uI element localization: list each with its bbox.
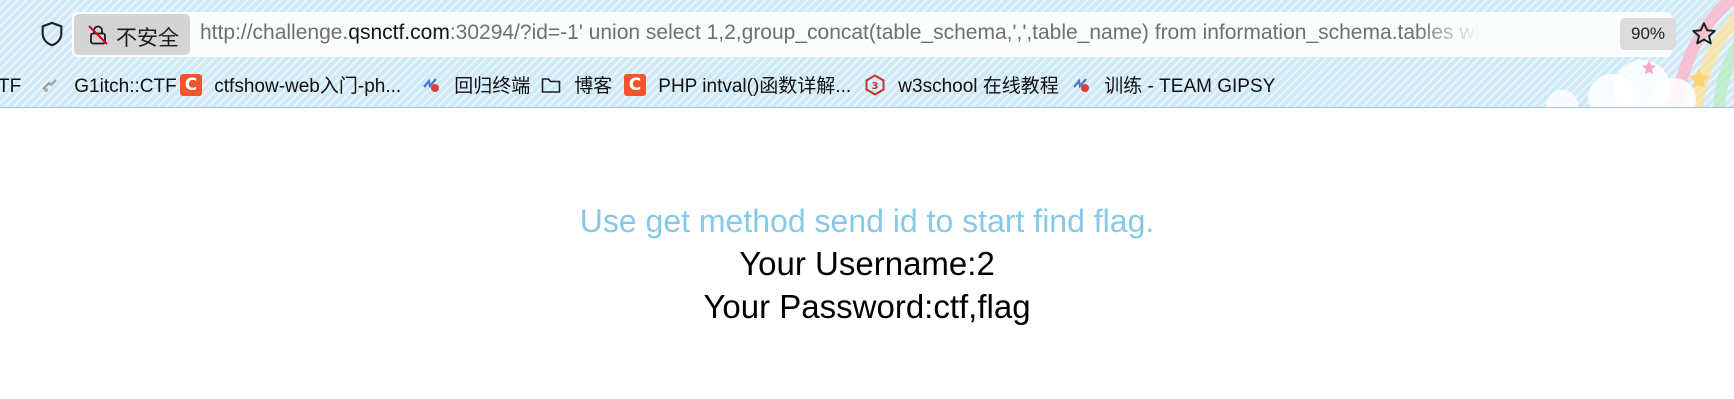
bookmark-label: ctfshow-web入门-ph...	[214, 76, 402, 97]
bookmark-item-php-intval[interactable]: C PHP intval()函数详解...	[624, 72, 851, 102]
bookmark-item-w3school[interactable]: 3 w3school 在线教程	[864, 72, 1059, 102]
url-text[interactable]: http://challenge.qsnctf.com:30294/?id=-1…	[200, 21, 1480, 51]
page-content: Use get method send id to start find fla…	[0, 200, 1734, 328]
username-result: Your Username:2	[739, 245, 995, 282]
site-icon	[1073, 78, 1089, 92]
url-prefix: http://challenge.	[200, 21, 349, 44]
bookmark-folder-blog[interactable]: 博客	[540, 72, 612, 102]
bookmark-label: TF	[0, 76, 22, 97]
insecure-lock-icon	[88, 25, 108, 45]
svg-text:3: 3	[872, 81, 879, 92]
w3school-icon: 3	[865, 74, 885, 96]
csdn-icon: C	[624, 73, 646, 96]
bookmark-label: 博客	[574, 76, 613, 97]
bookmark-label: G1itch::CTF	[74, 76, 177, 97]
bookmark-item-ctfshow[interactable]: C ctfshow-web入门-ph...	[180, 72, 401, 102]
bookmark-item-g1itch[interactable]: G1itch::CTF	[40, 72, 177, 102]
hint-text: Use get method send id to start find fla…	[579, 203, 1155, 239]
bookmark-label: w3school 在线教程	[898, 76, 1059, 97]
password-result: Your Password:ctf,flag	[703, 288, 1031, 325]
url-rest: :30294/?id=-1' union select 1,2,group_co…	[449, 21, 1480, 44]
site-icon	[42, 79, 57, 92]
bookmark-item-huigui[interactable]: 回归终端	[420, 72, 530, 102]
bookmark-item-team-gipsy[interactable]: 训练 - TEAM GIPSY	[1070, 72, 1275, 102]
bookmark-label: 回归终端	[454, 76, 531, 97]
security-indicator[interactable]: 不安全	[74, 14, 190, 55]
bookmark-label: 训练 - TEAM GIPSY	[1104, 76, 1276, 97]
site-icon	[423, 78, 439, 92]
bookmarks-bar: TF G1itch::CTF C ctfshow-web入门-ph... 回归终…	[0, 68, 1734, 106]
shield-icon[interactable]	[38, 20, 66, 48]
url-host: qsnctf.com	[348, 21, 450, 44]
bookmark-label: PHP intval()函数详解...	[658, 76, 852, 97]
csdn-icon: C	[180, 73, 202, 96]
zoom-level-badge[interactable]: 90%	[1620, 18, 1676, 50]
bookmark-star-icon[interactable]	[1690, 20, 1718, 48]
folder-icon	[541, 78, 561, 93]
browser-chrome: 不安全 http://challenge.qsnctf.com:30294/?i…	[0, 0, 1734, 108]
navigation-toolbar: 不安全 http://challenge.qsnctf.com:30294/?i…	[0, 0, 1734, 68]
bookmark-item-tf[interactable]: TF	[0, 72, 21, 102]
security-label: 不安全	[116, 26, 179, 50]
address-bar[interactable]: 不安全 http://challenge.qsnctf.com:30294/?i…	[72, 12, 1676, 57]
